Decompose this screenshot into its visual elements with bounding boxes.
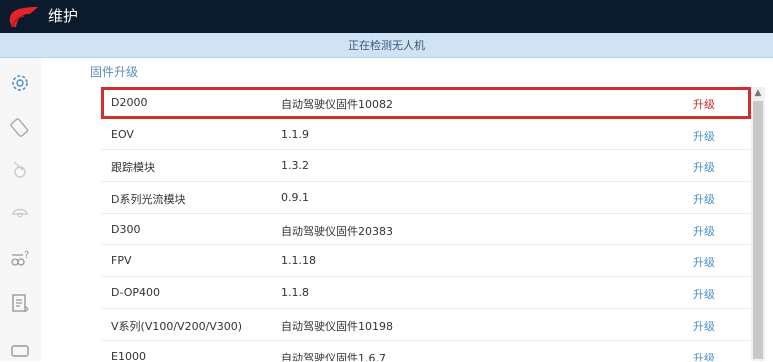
- upgrade-button[interactable]: 升级: [693, 286, 715, 302]
- list-scrollbar[interactable]: ▲: [751, 87, 765, 361]
- firmware-row-v-series[interactable]: V系列(V100/V200/V300) 自动驾驶仪固件10198 升级: [101, 309, 751, 341]
- firmware-name: EOV: [111, 127, 134, 141]
- firmware-gear-icon[interactable]: [9, 72, 31, 94]
- upgrade-button[interactable]: 升级: [693, 223, 715, 239]
- window-title: 维护: [48, 7, 79, 25]
- svg-text:?: ?: [24, 250, 29, 261]
- scroll-thumb[interactable]: [753, 101, 763, 359]
- firmware-name: FPV: [111, 254, 132, 268]
- status-bar: 正在检测无人机: [0, 33, 773, 58]
- motor-test-icon[interactable]: ?: [9, 246, 31, 268]
- firmware-version: 自动驾驶仪固件20383: [281, 224, 393, 238]
- upgrade-button[interactable]: 升级: [693, 254, 715, 270]
- firmware-version: 自动驾驶仪固件10198: [281, 319, 393, 333]
- upgrade-button[interactable]: 升级: [693, 159, 715, 175]
- sensor-icon[interactable]: [9, 200, 31, 222]
- sidebar: ?: [0, 58, 41, 361]
- firmware-row-fpv[interactable]: FPV 1.1.18 升级: [101, 245, 751, 278]
- section-title: 固件升级: [90, 65, 139, 79]
- firmware-version: 1.1.8: [281, 286, 309, 300]
- firmware-row-d2000[interactable]: D2000 自动驾驶仪固件10082 升级: [101, 87, 751, 119]
- firmware-version: 1.1.9: [281, 127, 309, 141]
- upgrade-button[interactable]: 升级: [693, 96, 715, 112]
- upgrade-button[interactable]: 升级: [693, 128, 715, 144]
- upgrade-button[interactable]: 升级: [693, 191, 715, 207]
- firmware-name: 跟踪模块: [111, 161, 155, 175]
- title-bar: 维护: [0, 0, 773, 33]
- firmware-version: 1.3.2: [281, 159, 309, 173]
- upgrade-button[interactable]: 升级: [693, 350, 715, 362]
- firmware-row-d-op400[interactable]: D-OP400 1.1.8 升级: [101, 277, 751, 309]
- firmware-name: D系列光流模块: [111, 193, 186, 207]
- firmware-row-tracking-module[interactable]: 跟踪模块 1.3.2 升级: [101, 150, 751, 183]
- firmware-version: 0.9.1: [281, 191, 309, 205]
- firmware-version: 1.1.18: [281, 254, 316, 268]
- firmware-name: E1000: [111, 349, 146, 362]
- more-icon[interactable]: [9, 340, 31, 362]
- app-logo-icon: [9, 7, 38, 28]
- firmware-name: D-OP400: [111, 286, 161, 300]
- firmware-row-e1000[interactable]: E1000 自动驾驶仪固件1.6.7 升级: [101, 341, 751, 362]
- compass-icon[interactable]: [9, 158, 31, 180]
- firmware-name: D300: [111, 222, 141, 236]
- upgrade-button[interactable]: 升级: [693, 318, 715, 334]
- firmware-version: 自动驾驶仪固件10082: [281, 98, 393, 111]
- calibrate-icon[interactable]: [9, 116, 31, 138]
- log-icon[interactable]: [9, 292, 31, 314]
- firmware-version: 自动驾驶仪固件1.6.7: [281, 351, 386, 362]
- firmware-row-eov[interactable]: EOV 1.1.9 升级: [101, 119, 751, 151]
- firmware-row-d300[interactable]: D300 自动驾驶仪固件20383 升级: [101, 214, 751, 246]
- status-text: 正在检测无人机: [348, 39, 425, 52]
- firmware-row-optical-flow[interactable]: D系列光流模块 0.9.1 升级: [101, 182, 751, 214]
- firmware-list: D2000 自动驾驶仪固件10082 升级 EOV 1.1.9 升级 跟踪模块 …: [101, 87, 751, 361]
- firmware-name: V系列(V100/V200/V300): [111, 319, 243, 333]
- firmware-name: D2000: [111, 96, 148, 109]
- scroll-up-icon[interactable]: ▲: [751, 87, 765, 99]
